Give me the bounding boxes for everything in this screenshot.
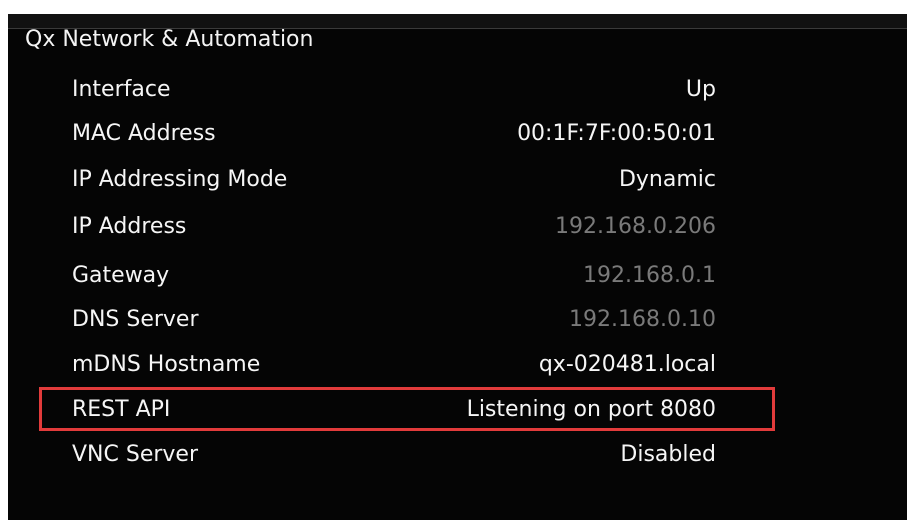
label-vnc-server: VNC Server <box>72 442 199 467</box>
label-mac-address: MAC Address <box>72 121 216 146</box>
row-ip-address[interactable]: IP Address 192.168.0.206 <box>8 207 907 247</box>
value-mdns-hostname: qx-020481.local <box>538 352 716 377</box>
value-interface: Up <box>685 77 716 102</box>
label-gateway: Gateway <box>72 263 170 288</box>
row-dns-server[interactable]: DNS Server 192.168.0.10 <box>8 300 907 340</box>
value-ip-address: 192.168.0.206 <box>555 214 716 239</box>
page-title: Qx Network & Automation <box>25 27 314 52</box>
row-vnc-server[interactable]: VNC Server Disabled <box>8 435 907 475</box>
row-gateway[interactable]: Gateway 192.168.0.1 <box>8 256 907 296</box>
value-gateway: 192.168.0.1 <box>583 263 716 288</box>
value-mac-address: 00:1F:7F:00:50:01 <box>517 121 716 146</box>
label-ip-address: IP Address <box>72 214 187 239</box>
value-vnc-server: Disabled <box>620 442 716 467</box>
label-dns-server: DNS Server <box>72 307 199 332</box>
network-automation-screen: Qx Network & Automation Interface Up MAC… <box>8 14 907 520</box>
value-ip-addressing-mode: Dynamic <box>618 167 716 192</box>
row-mdns-hostname[interactable]: mDNS Hostname qx-020481.local <box>8 345 907 385</box>
row-interface[interactable]: Interface Up <box>8 70 907 110</box>
label-ip-addressing-mode: IP Addressing Mode <box>72 167 288 192</box>
row-ip-addressing-mode[interactable]: IP Addressing Mode Dynamic <box>8 160 907 200</box>
row-mac-address[interactable]: MAC Address 00:1F:7F:00:50:01 <box>8 114 907 154</box>
label-mdns-hostname: mDNS Hostname <box>72 352 261 377</box>
value-dns-server: 192.168.0.10 <box>569 307 716 332</box>
rest-api-highlight-box <box>39 387 775 431</box>
label-interface: Interface <box>72 77 171 102</box>
